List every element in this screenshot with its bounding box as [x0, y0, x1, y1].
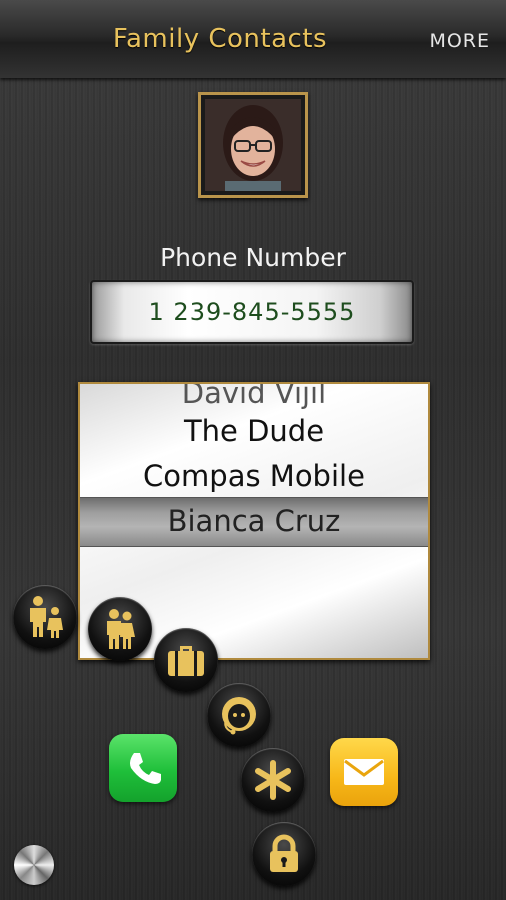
briefcase-icon [168, 646, 204, 676]
more-button[interactable]: MORE [429, 30, 490, 52]
couple-button[interactable] [88, 597, 152, 661]
phone-number-label: Phone Number [160, 243, 346, 272]
lock-icon [270, 834, 298, 872]
contact-photo-icon [205, 99, 301, 191]
family-button[interactable] [13, 585, 77, 649]
couple-icon [107, 609, 135, 649]
family-icon [30, 596, 63, 638]
support-button[interactable] [207, 683, 271, 747]
picker-item[interactable]: The Dude [80, 414, 428, 448]
mail-button[interactable] [330, 738, 398, 806]
app-header: Family Contacts MORE [0, 0, 506, 78]
picker-item[interactable]: David Vijil [80, 384, 428, 410]
call-button[interactable] [109, 734, 177, 802]
contact-photo[interactable] [198, 92, 308, 198]
lock-button[interactable] [252, 822, 316, 886]
mail-icon [344, 759, 384, 785]
phone-call-icon [130, 753, 161, 784]
picker-item[interactable]: Compas Mobile [80, 459, 428, 493]
phone-number-field[interactable]: 1 239-845-5555 [90, 280, 414, 344]
work-button[interactable] [154, 628, 218, 692]
page-title: Family Contacts [112, 24, 328, 54]
support-agent-icon [222, 697, 256, 735]
phone-number-value: 1 239-845-5555 [148, 298, 356, 326]
asterisk-icon [255, 760, 291, 800]
settings-knob-icon[interactable] [14, 845, 54, 885]
special-button[interactable] [241, 748, 305, 812]
picker-item-selected[interactable]: Bianca Cruz [80, 504, 428, 538]
